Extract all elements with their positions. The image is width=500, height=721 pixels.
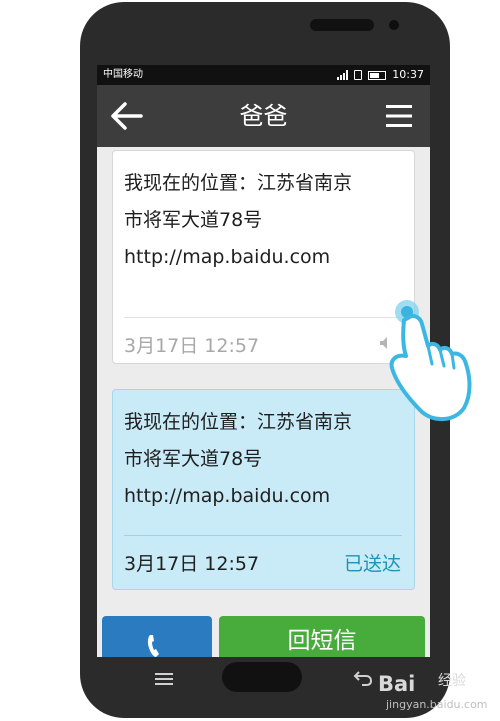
- status-icons: 10:37: [337, 65, 424, 85]
- reply-sms-button[interactable]: 回短信: [219, 616, 425, 657]
- watermark-sub: 经验: [438, 673, 466, 689]
- message-text: 我现在的位置：江苏省南京 市将军大道78号 http://map.baidu.c…: [124, 165, 404, 276]
- message-timestamp: 3月17日 12:57: [124, 553, 260, 575]
- message-bubble[interactable]: 我现在的位置：江苏省南京 市将军大道78号 http://map.baidu.c…: [112, 150, 415, 364]
- battery-icon: [368, 70, 387, 80]
- nav-back-icon[interactable]: [353, 670, 373, 686]
- message-line: 我现在的位置：江苏省南京: [124, 411, 353, 433]
- nav-menu-icon[interactable]: [154, 672, 174, 686]
- delivery-status: 已送达: [343, 553, 401, 575]
- signal-icon: [337, 70, 349, 80]
- divider: [124, 317, 402, 318]
- phone-screen: 中国移动 10:37 爸爸 我现在的位置：江苏省南京 市将军大道78号 http…: [97, 65, 430, 657]
- menu-icon[interactable]: [384, 101, 414, 131]
- status-bar: 中国移动 10:37: [97, 65, 430, 85]
- contact-name: 爸爸: [239, 102, 288, 130]
- title-bar: 爸爸: [97, 85, 430, 147]
- clock: 10:37: [392, 68, 424, 81]
- sim-icon: [354, 70, 363, 80]
- baidu-jingyan-watermark: Bai 经验 jingyan.baidu.com: [378, 668, 496, 714]
- message-line: 我现在的位置：江苏省南京: [124, 172, 353, 194]
- message-text: 我现在的位置：江苏省南京 市将军大道78号 http://map.baidu.c…: [124, 404, 404, 515]
- message-bubble[interactable]: 我现在的位置：江苏省南京 市将军大道78号 http://map.baidu.c…: [112, 389, 415, 590]
- message-line: 市将军大道78号: [124, 448, 263, 470]
- home-button[interactable]: [222, 662, 302, 692]
- carrier-name: 中国移动: [103, 69, 143, 80]
- message-link[interactable]: http://map.baidu.com: [124, 239, 404, 276]
- message-link[interactable]: http://map.baidu.com: [124, 478, 404, 515]
- watermark-url: jingyan.baidu.com: [386, 698, 488, 711]
- call-button[interactable]: [102, 616, 212, 657]
- tap-gesture-hand-icon: [389, 300, 472, 421]
- phone-icon: [147, 635, 159, 657]
- message-line: 市将军大道78号: [124, 209, 263, 231]
- watermark-brand: Bai: [378, 672, 416, 696]
- front-camera: [389, 20, 399, 30]
- divider: [124, 535, 402, 536]
- message-timestamp: 3月17日 12:57: [124, 335, 260, 357]
- earpiece-speaker: [310, 19, 374, 31]
